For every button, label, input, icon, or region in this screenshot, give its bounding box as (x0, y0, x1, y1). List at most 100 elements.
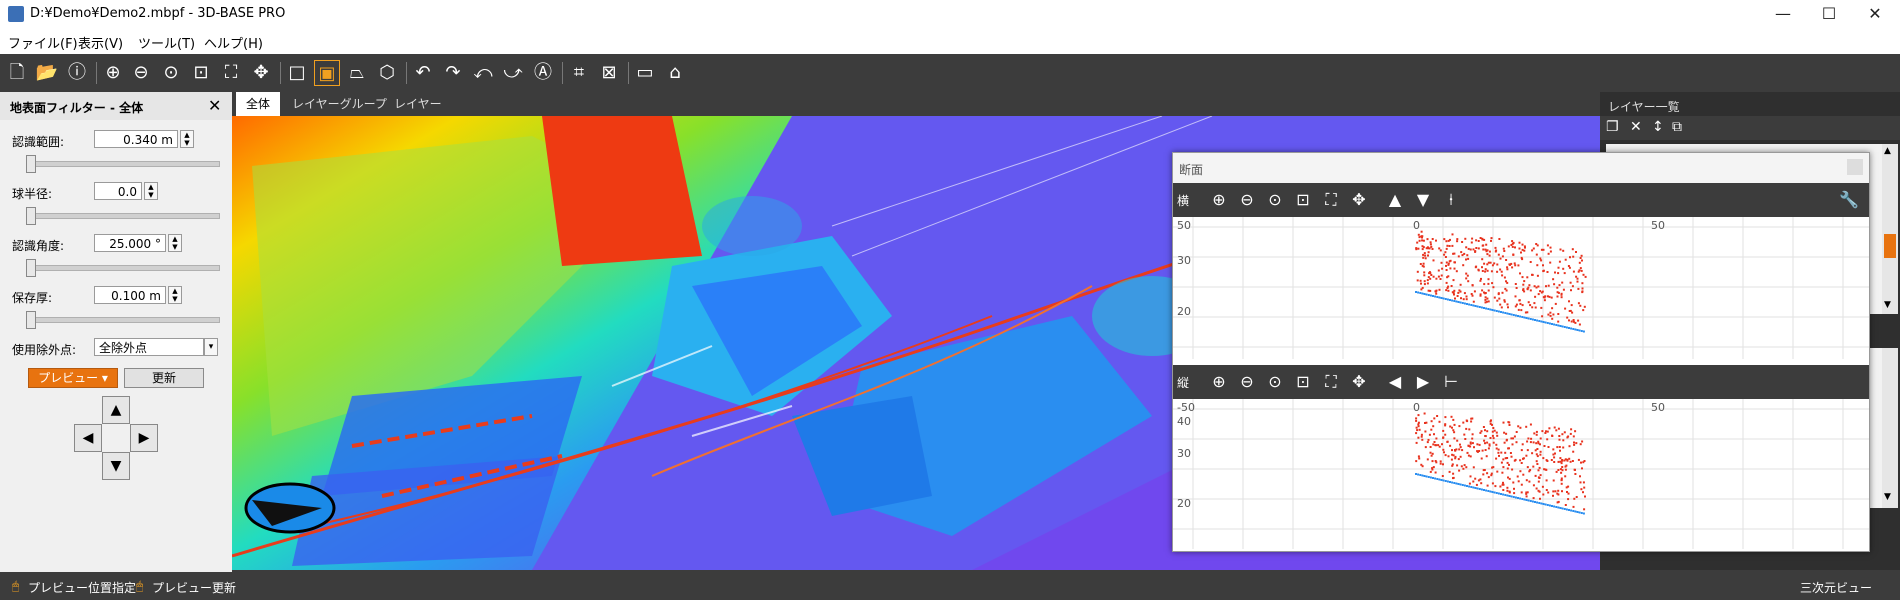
undo-icon[interactable]: ↶ (410, 60, 436, 86)
merge-layer-icon[interactable]: ⧉ (1672, 119, 1682, 135)
menu-help[interactable]: ヘルプ(H) (204, 33, 263, 52)
settings-search-icon[interactable]: 🔧 (1837, 188, 1861, 212)
move-right-button[interactable]: ▶ (130, 424, 158, 452)
zoom-fit-icon[interactable]: ⊙ (158, 60, 184, 86)
house-icon[interactable]: ⌂ (662, 60, 688, 86)
horizontal-line-icon[interactable]: ⊢ (1439, 370, 1463, 394)
sphere-spinner[interactable]: ▲ ▼ (144, 182, 158, 200)
menu-view[interactable]: 表示(V) (78, 33, 123, 52)
sphere-input[interactable]: 0.0 (94, 182, 142, 200)
section-point (1568, 457, 1571, 460)
move-up-button[interactable]: ▲ (102, 396, 130, 424)
zoom-out-icon[interactable]: ⊖ (1235, 188, 1259, 212)
vertical-line-icon[interactable]: ⍿ (1439, 188, 1463, 212)
ground-point (1508, 495, 1511, 497)
scroll-down-icon[interactable]: ▼ (1884, 492, 1891, 502)
sphere-slider-thumb[interactable] (26, 207, 36, 225)
tab-layer[interactable]: レイヤー (384, 92, 452, 116)
info-icon[interactable]: ⓘ (64, 60, 90, 86)
auto-icon[interactable]: Ⓐ (530, 60, 556, 86)
close-button[interactable]: ✕ (1852, 0, 1898, 28)
update-button[interactable]: 更新 (124, 368, 204, 388)
fit-all-icon[interactable]: ⛶ (218, 60, 244, 86)
maximize-button[interactable]: ☐ (1806, 0, 1852, 28)
clip-icon[interactable]: ⊠ (596, 60, 622, 86)
menu-tools[interactable]: ツール(T) (138, 33, 195, 52)
section-point (1527, 286, 1530, 289)
zoom-in-icon[interactable]: ⊕ (1207, 370, 1231, 394)
pan-icon[interactable]: ✥ (1347, 188, 1371, 212)
zoom-area-icon[interactable]: ⊡ (1291, 370, 1315, 394)
delete-layer-icon[interactable]: ✕ (1630, 119, 1642, 135)
scroll-thumb[interactable] (1884, 234, 1896, 258)
move-layer-icon[interactable]: ↕ (1652, 119, 1664, 135)
move-left-button[interactable]: ◀ (74, 424, 102, 452)
move-left-icon[interactable]: ◀ (1383, 370, 1407, 394)
sphere-slider[interactable] (26, 213, 220, 219)
section-point (1453, 267, 1456, 270)
angle-input[interactable]: 25.000 ° (94, 234, 166, 252)
crop-icon[interactable]: ⌗ (566, 60, 592, 86)
zoom-fit-icon[interactable]: ⊙ (1263, 188, 1287, 212)
measure-icon[interactable]: ▭ (632, 60, 658, 86)
panel-close-icon[interactable]: ✕ (208, 96, 221, 115)
preview-button-label: プレビュー (38, 371, 99, 385)
properties-scrollbar[interactable]: ▼ (1882, 348, 1898, 508)
angle-spinner[interactable]: ▲ ▼ (168, 234, 182, 252)
horizontal-section-plot[interactable]: 50 0 50 30 20 (1173, 217, 1869, 359)
fit-all-icon[interactable]: ⛶ (1319, 188, 1343, 212)
slice-icon[interactable]: ⏢ (344, 60, 370, 86)
box-icon[interactable]: □ (284, 60, 310, 86)
open-folder-icon[interactable]: 📂 (34, 60, 60, 86)
tab-all[interactable]: 全体 (236, 92, 281, 116)
zoom-out-icon[interactable]: ⊖ (1235, 370, 1259, 394)
section-point (1500, 461, 1503, 464)
minimize-button[interactable]: — (1760, 0, 1806, 28)
tab-layer-group[interactable]: レイヤーグループ (282, 92, 397, 116)
zoom-fit-icon[interactable]: ⊙ (1263, 370, 1287, 394)
box-select-icon[interactable]: ▣ (314, 60, 340, 86)
section-point (1473, 446, 1475, 449)
copy-layer-icon[interactable]: ❐ (1606, 119, 1619, 135)
new-file-icon[interactable]: 🗋 (4, 60, 30, 86)
thickness-input[interactable]: 0.100 m (94, 286, 166, 304)
preview-button[interactable]: プレビュー ▾ (28, 368, 118, 388)
zoom-in-icon[interactable]: ⊕ (1207, 188, 1231, 212)
angle-slider[interactable] (26, 265, 220, 271)
thickness-slider-thumb[interactable] (26, 311, 36, 329)
scroll-up-icon[interactable]: ▲ (1884, 146, 1891, 156)
thickness-slider[interactable] (26, 317, 220, 323)
pan-icon[interactable]: ✥ (1347, 370, 1371, 394)
move-right-icon[interactable]: ▶ (1411, 370, 1435, 394)
fit-all-icon[interactable]: ⛶ (1319, 370, 1343, 394)
zoom-area-icon[interactable]: ⊡ (1291, 188, 1315, 212)
section-point (1521, 258, 1524, 261)
outlier-select[interactable]: 全除外点 (94, 338, 204, 356)
range-slider[interactable] (26, 161, 220, 167)
move-up-icon[interactable]: ▲ (1383, 188, 1407, 212)
ground-point (1480, 306, 1483, 309)
pan-icon[interactable]: ✥ (248, 60, 274, 86)
outlier-dropdown-icon[interactable]: ▾ (204, 338, 218, 356)
section-close-button[interactable] (1847, 159, 1863, 175)
layer-list-scrollbar[interactable]: ▲ ▼ (1882, 144, 1898, 314)
range-slider-thumb[interactable] (26, 155, 36, 173)
range-spinner[interactable]: ▲ ▼ (180, 130, 194, 148)
vertical-section-plot[interactable]: -50 0 50 40 30 20 (1173, 399, 1869, 549)
menu-file[interactable]: ファイル(F) (8, 33, 78, 52)
thickness-spinner[interactable]: ▲ ▼ (168, 286, 182, 304)
move-down-button[interactable]: ▼ (102, 452, 130, 480)
zoom-in-icon[interactable]: ⊕ (100, 60, 126, 86)
move-down-icon[interactable]: ▼ (1411, 188, 1435, 212)
ground-point (1574, 510, 1577, 513)
rotate-left-icon[interactable]: ⤺ (470, 60, 496, 86)
zoom-out-icon[interactable]: ⊖ (128, 60, 154, 86)
section-point (1514, 264, 1517, 267)
cube-icon[interactable]: ⬡ (374, 60, 400, 86)
rotate-right-icon[interactable]: ⤻ (500, 60, 526, 86)
redo-icon[interactable]: ↷ (440, 60, 466, 86)
zoom-area-icon[interactable]: ⊡ (188, 60, 214, 86)
angle-slider-thumb[interactable] (26, 259, 36, 277)
scroll-down-icon[interactable]: ▼ (1884, 300, 1891, 310)
range-input[interactable]: 0.340 m (94, 130, 178, 148)
